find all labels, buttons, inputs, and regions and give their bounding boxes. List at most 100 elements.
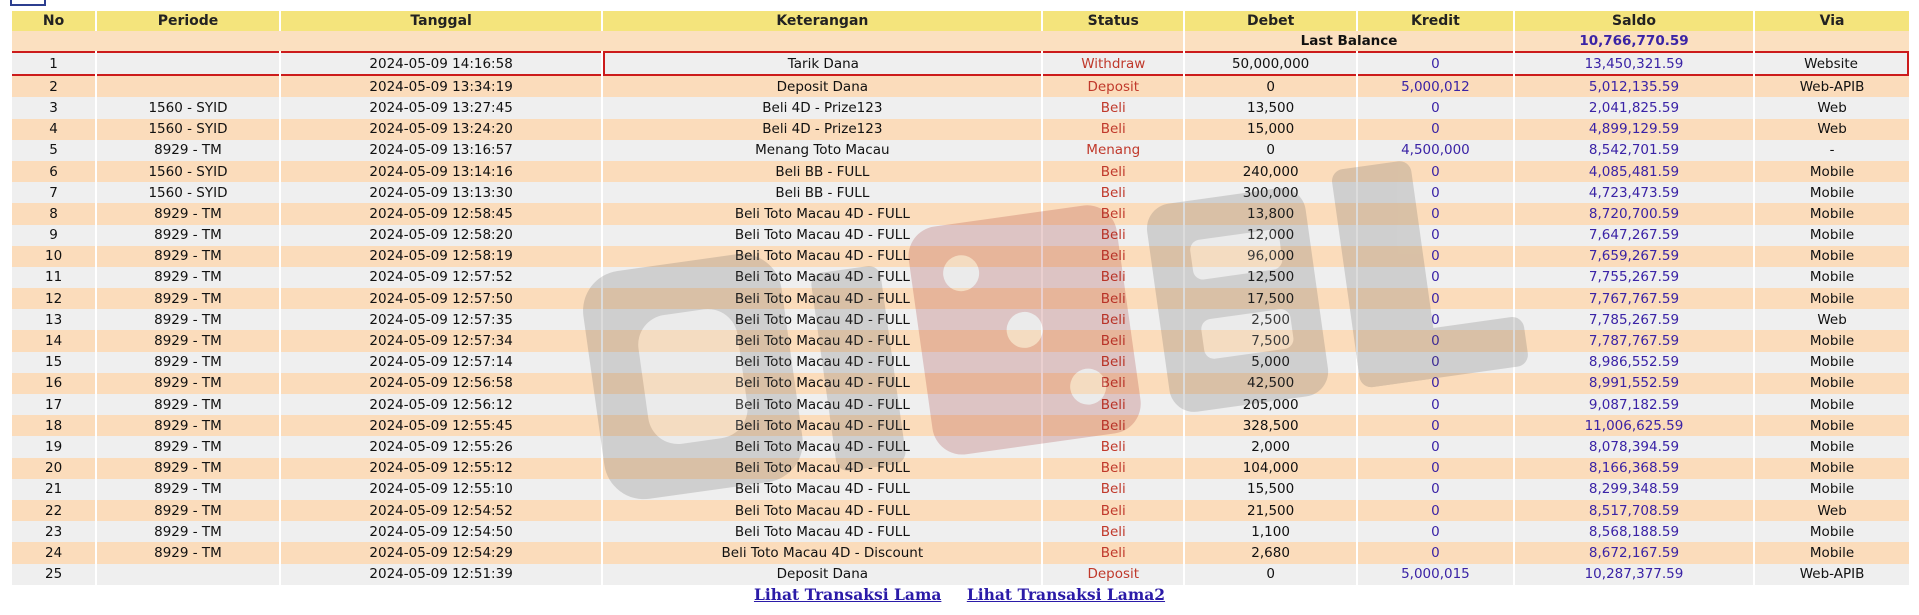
cell-no: 6	[12, 160, 96, 183]
cell-kredit: 4,500,000	[1358, 139, 1513, 161]
cell-keterangan: Beli Toto Macau 4D - FULL	[603, 415, 1042, 437]
cell-status: Beli	[1043, 542, 1184, 564]
cell-saldo: 4,899,129.59	[1514, 118, 1754, 140]
table-header-row: No Periode Tanggal Keterangan Status Deb…	[12, 11, 1909, 31]
table-row: 13 8929 - TM 2024-05-09 12:57:35 Beli Toto …	[12, 309, 1909, 331]
cell-tanggal: 2024-05-09 12:57:52	[280, 266, 602, 289]
cell-no: 25	[12, 563, 96, 585]
table-row: 21 8929 - TM 2024-05-09 12:55:10 Beli Toto …	[12, 478, 1909, 500]
cell-via: Mobile	[1755, 457, 1909, 479]
transaction-detail-link[interactable]: Beli 4D - Prize123	[762, 121, 882, 137]
page-size-box	[10, 0, 46, 6]
transaction-detail-link[interactable]: Beli Toto Macau 4D - FULL	[735, 312, 910, 328]
cell-debet: 2,500	[1185, 309, 1356, 331]
transaction-detail-link[interactable]: Beli Toto Macau 4D - FULL	[735, 354, 910, 370]
transaction-detail-link[interactable]: Beli Toto Macau 4D - FULL	[735, 460, 910, 476]
cell-via: Web	[1755, 118, 1909, 140]
transaction-detail-link[interactable]: Beli Toto Macau 4D - FULL	[735, 227, 910, 243]
cell-via: Web	[1755, 309, 1909, 331]
cell-saldo: 9,087,182.59	[1514, 394, 1754, 416]
transaction-detail-link[interactable]: Beli Toto Macau 4D - FULL	[735, 248, 910, 264]
cell-via: Web-APIB	[1755, 563, 1909, 585]
transaction-detail-link[interactable]: Beli Toto Macau 4D - FULL	[735, 439, 910, 455]
cell-no: 9	[12, 224, 96, 246]
old-transactions-2-link[interactable]: Lihat Transaksi Lama2	[967, 585, 1165, 604]
cell-keterangan: Beli Toto Macau 4D - FULL	[603, 499, 1042, 522]
cell-no: 14	[12, 330, 96, 352]
cell-keterangan: Deposit Dana	[603, 563, 1042, 585]
table-row: 1 2024-05-09 14:16:58 Tarik Dana Withdraw 50…	[12, 51, 1909, 77]
cell-no: 11	[12, 266, 96, 289]
table-row: 2 2024-05-09 13:34:19 Deposit Dana Deposit 0…	[12, 76, 1909, 98]
cell-no: 1	[12, 51, 96, 77]
transaction-detail-link[interactable]: Beli 4D - Prize123	[762, 100, 882, 116]
cell-saldo: 8,991,552.59	[1514, 372, 1754, 394]
cell-kredit: 0	[1358, 521, 1513, 543]
cell-status: Beli	[1043, 499, 1184, 522]
table-row: 22 8929 - TM 2024-05-09 12:54:52 Beli Toto …	[12, 499, 1909, 522]
transaction-detail-link[interactable]: Beli Toto Macau 4D - FULL	[735, 333, 910, 349]
cell-kredit: 5,000,015	[1358, 563, 1513, 585]
cell-status: Beli	[1043, 436, 1184, 458]
cell-no: 19	[12, 436, 96, 458]
transaction-detail-link[interactable]: Beli Toto Macau 4D - FULL	[735, 481, 910, 497]
transaction-detail-link[interactable]: Beli Toto Macau 4D - FULL	[735, 206, 910, 222]
cell-kredit: 0	[1358, 288, 1513, 310]
cell-saldo: 8,299,348.59	[1514, 478, 1754, 500]
cell-no: 5	[12, 139, 96, 161]
cell-debet: 104,000	[1185, 457, 1356, 479]
transaction-detail-link[interactable]: Beli BB - FULL	[775, 164, 869, 180]
table-row: 17 8929 - TM 2024-05-09 12:56:12 Beli Toto …	[12, 394, 1909, 416]
cell-via: -	[1755, 139, 1909, 161]
last-balance-label: Last Balance	[1185, 31, 1513, 51]
cell-saldo: 8,517,708.59	[1514, 499, 1754, 522]
cell-keterangan: Beli Toto Macau 4D - FULL	[603, 436, 1042, 458]
cell-tanggal: 2024-05-09 12:58:45	[280, 203, 602, 225]
cell-tanggal: 2024-05-09 12:57:34	[280, 330, 602, 352]
cell-saldo: 7,755,267.59	[1514, 266, 1754, 289]
cell-periode: 8929 - TM	[97, 266, 279, 289]
cell-no: 10	[12, 245, 96, 267]
old-transactions-link[interactable]: Lihat Transaksi Lama	[754, 585, 941, 604]
cell-keterangan: Beli Toto Macau 4D - FULL	[603, 309, 1042, 331]
transaction-detail-link[interactable]: Beli Toto Macau 4D - FULL	[735, 269, 910, 285]
transaction-detail-link[interactable]: Beli BB - FULL	[775, 185, 869, 201]
cell-tanggal: 2024-05-09 12:56:58	[280, 372, 602, 394]
cell-kredit: 0	[1358, 415, 1513, 437]
transaction-detail-link[interactable]: Beli Toto Macau 4D - FULL	[735, 503, 910, 519]
cell-debet: 1,100	[1185, 521, 1356, 543]
cell-periode: 8929 - TM	[97, 351, 279, 373]
cell-saldo: 13,450,321.59	[1514, 51, 1754, 77]
cell-tanggal: 2024-05-09 12:55:12	[280, 457, 602, 479]
header-debet: Debet	[1185, 11, 1356, 31]
cell-kredit: 0	[1358, 182, 1513, 204]
cell-no: 21	[12, 478, 96, 500]
cell-debet: 5,000	[1185, 351, 1356, 373]
cell-no: 24	[12, 542, 96, 564]
cell-periode: 8929 - TM	[97, 499, 279, 522]
table-row: 20 8929 - TM 2024-05-09 12:55:12 Beli Toto …	[12, 457, 1909, 479]
transaction-detail-link[interactable]: Beli Toto Macau 4D - FULL	[735, 375, 910, 391]
cell-periode: 8929 - TM	[97, 372, 279, 394]
cell-status: Beli	[1043, 245, 1184, 267]
cell-no: 22	[12, 499, 96, 522]
cell-via: Mobile	[1755, 436, 1909, 458]
cell-no: 23	[12, 521, 96, 543]
cell-saldo: 8,078,394.59	[1514, 436, 1754, 458]
cell-periode	[97, 563, 279, 585]
transaction-detail-link[interactable]: Beli Toto Macau 4D - FULL	[735, 418, 910, 434]
cell-via: Mobile	[1755, 478, 1909, 500]
cell-tanggal: 2024-05-09 12:56:12	[280, 394, 602, 416]
transaction-detail-link[interactable]: Beli Toto Macau 4D - Discount	[722, 545, 924, 561]
cell-via: Web-APIB	[1755, 76, 1909, 98]
cell-status: Menang	[1043, 139, 1184, 161]
transaction-detail-link[interactable]: Beli Toto Macau 4D - FULL	[735, 397, 910, 413]
cell-via: Mobile	[1755, 266, 1909, 289]
transaction-detail-link[interactable]: Menang Toto Macau	[755, 142, 889, 158]
transaction-detail-link[interactable]: Beli Toto Macau 4D - FULL	[735, 524, 910, 540]
transaction-detail-link[interactable]: Beli Toto Macau 4D - FULL	[735, 291, 910, 307]
cell-saldo: 4,085,481.59	[1514, 160, 1754, 183]
cell-tanggal: 2024-05-09 12:55:45	[280, 415, 602, 437]
cell-status: Beli	[1043, 330, 1184, 352]
table-row: 19 8929 - TM 2024-05-09 12:55:26 Beli Toto …	[12, 436, 1909, 458]
